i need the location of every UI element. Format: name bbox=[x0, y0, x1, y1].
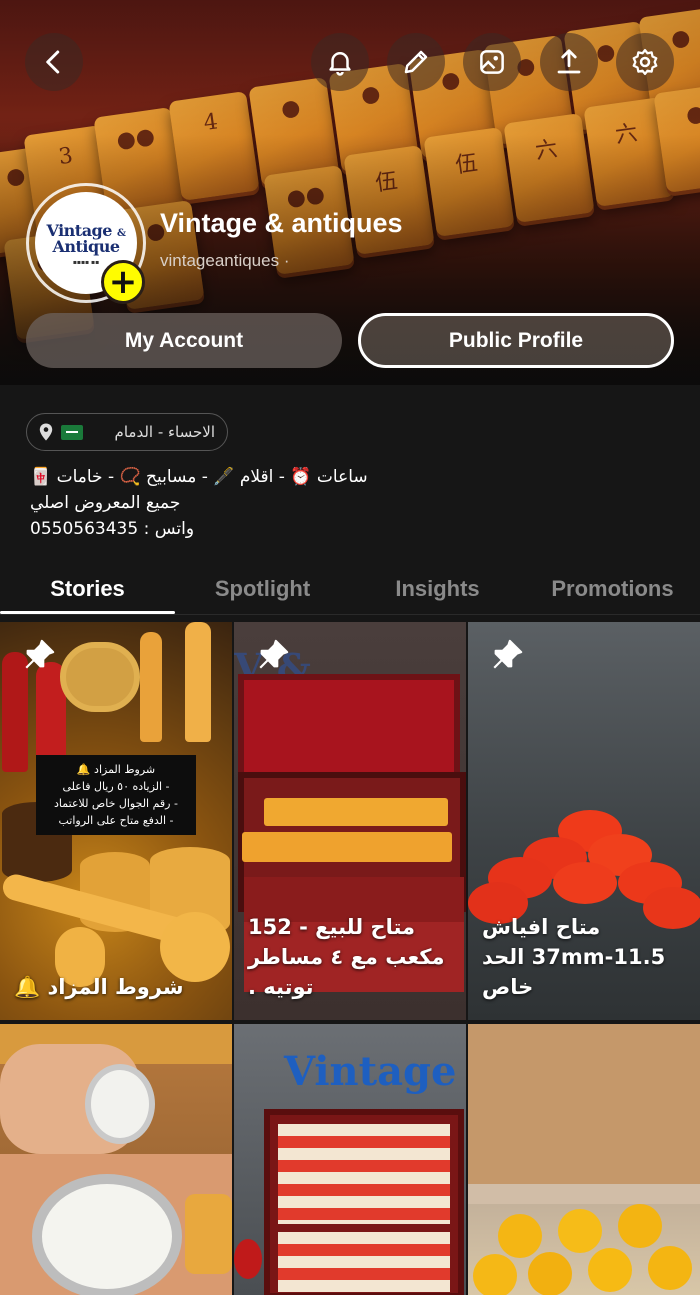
profile-handle[interactable]: vintageantiques · bbox=[160, 251, 289, 271]
add-story-button[interactable]: + bbox=[101, 260, 145, 304]
story-tile[interactable] bbox=[468, 1024, 700, 1295]
edit-button[interactable] bbox=[387, 33, 445, 91]
story-tile[interactable]: شروط المزاد 🔔 - الزياده ٥٠ ريال فاعلى - … bbox=[0, 622, 232, 1020]
tab-spotlight[interactable]: Spotlight bbox=[175, 566, 350, 614]
tab-insights[interactable]: Insights bbox=[350, 566, 525, 614]
story-tile[interactable] bbox=[0, 1024, 232, 1295]
pencil-icon bbox=[404, 50, 428, 74]
story-tile[interactable]: Vintage bbox=[234, 1024, 466, 1295]
share-icon bbox=[557, 49, 581, 74]
notification-button[interactable] bbox=[311, 33, 369, 91]
location-pin-icon bbox=[39, 423, 53, 441]
bio-line: جميع المعروض اصلي bbox=[30, 493, 181, 513]
story-caption: شروط المزاد 🔔 bbox=[14, 975, 184, 999]
settings-button[interactable] bbox=[616, 33, 674, 91]
bio-line: واتس : 0550563435 bbox=[30, 519, 195, 539]
auction-rules-note: شروط المزاد 🔔 - الزياده ٥٠ ريال فاعلى - … bbox=[36, 755, 196, 835]
story-caption: متاح للبيع - 152 مكعب مع ٤ مساطر توتيه . bbox=[248, 915, 445, 999]
profile-bio: ساعات ⏰ - اقلام 🖋️ - مسابيح 📿 - خامات 🀄 … bbox=[30, 464, 410, 542]
profile-name: Vintage & antiques bbox=[160, 208, 403, 238]
pin-icon bbox=[25, 639, 55, 669]
profile-tabs: Stories Spotlight Insights Promotions bbox=[0, 566, 700, 614]
my-account-button[interactable]: My Account bbox=[26, 313, 342, 368]
location-chip[interactable]: الاحساء - الدمام bbox=[26, 413, 228, 451]
back-icon bbox=[46, 50, 60, 74]
story-tile[interactable]: V & متاح للبيع - 152 مكعب مع ٤ مساطر توت… bbox=[234, 622, 466, 1020]
location-text: الاحساء - الدمام bbox=[114, 423, 215, 441]
back-button[interactable] bbox=[25, 33, 83, 91]
saudi-flag-icon bbox=[61, 424, 83, 440]
tab-promotions[interactable]: Promotions bbox=[525, 566, 700, 614]
pin-icon bbox=[493, 639, 523, 669]
image-icon bbox=[480, 50, 504, 74]
wallpaper-button[interactable] bbox=[463, 33, 521, 91]
tabs-divider bbox=[0, 614, 700, 615]
story-caption: متاح افياش 37mm-11.5 الحد خاص bbox=[482, 915, 666, 999]
public-profile-button[interactable]: Public Profile bbox=[358, 313, 674, 368]
tab-stories[interactable]: Stories bbox=[0, 566, 175, 614]
bio-line: ساعات ⏰ - اقلام 🖋️ - مسابيح 📿 - خامات 🀄 bbox=[30, 467, 368, 487]
gear-icon bbox=[632, 49, 658, 75]
pin-icon bbox=[259, 639, 289, 669]
story-tile[interactable]: متاح افياش 37mm-11.5 الحد خاص bbox=[468, 622, 700, 1020]
share-button[interactable] bbox=[540, 33, 598, 91]
bell-icon bbox=[329, 52, 351, 76]
